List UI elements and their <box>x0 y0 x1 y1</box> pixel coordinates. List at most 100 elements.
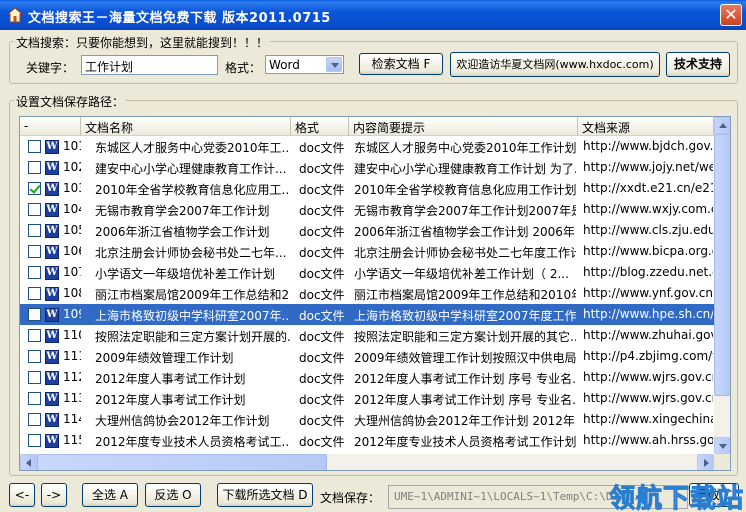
row-doc-name: 2012年度专业技术人员资格考试工... <box>95 435 290 448</box>
row-doc-name: 北京注册会计师协会秘书处二七年... <box>95 246 287 259</box>
row-id: 112 <box>63 370 81 384</box>
row-checkbox[interactable] <box>28 140 41 153</box>
row-summary: 大理州信鸽协会2012年工作计划 2012年，... <box>354 414 576 427</box>
word-doc-icon: W <box>45 434 59 448</box>
row-source: http://www.zhuhai.gov.cn/ <box>583 328 713 342</box>
table-row[interactable]: W 113 2012年度人事考试工作计划 doc文件 2012年度人事考试工作计划 序号… <box>20 388 714 409</box>
scroll-left-arrow-icon[interactable] <box>20 454 37 470</box>
table-row[interactable]: W 109 上海市格致初级中学科研室2007年... doc文件上海市格致初级中学科研… <box>20 304 714 325</box>
row-source: http://www.wxjy.com.cn/w <box>583 202 713 216</box>
row-summary: 小学语文一年级培优补差工作计划（ 2... <box>354 267 569 280</box>
table-row[interactable]: W 104 无锡市教育学会2007年工作计划 doc文件无锡市教育学会2007年工作计… <box>20 199 714 220</box>
row-format: doc文件 <box>299 183 345 196</box>
row-checkbox[interactable] <box>28 329 41 342</box>
row-summary: 2012年度人事考试工作计划 序号 专业名... <box>354 393 576 406</box>
visit-website-button[interactable]: 欢迎造访华夏文档网(www.hxdoc.com) <box>450 52 660 77</box>
row-checkbox[interactable] <box>28 266 41 279</box>
row-checkbox[interactable] <box>28 350 41 363</box>
word-doc-icon: W <box>45 140 59 154</box>
save-path-group-legend: 设置文档保存路径： <box>14 93 127 110</box>
row-source: http://www.xingechina.com <box>583 412 713 426</box>
row-checkbox[interactable] <box>28 371 41 384</box>
row-checkbox[interactable] <box>28 203 41 216</box>
row-doc-name: 无锡市教育学会2007年工作计划 <box>95 204 270 217</box>
row-format: doc文件 <box>299 309 345 322</box>
table-row[interactable]: W 110 按照法定职能和三定方案计划开展的... doc文件按照法定职能和三定方案计… <box>20 325 714 346</box>
row-checkbox[interactable] <box>28 287 41 300</box>
table-row[interactable]: W 114 大理州信鸽协会2012年工作计划 doc文件大理州信鸽协会2012年工作计… <box>20 409 714 430</box>
row-checkbox[interactable] <box>28 434 41 447</box>
word-doc-icon: W <box>45 266 59 280</box>
download-selected-button[interactable]: 下载所选文档 D <box>217 483 313 507</box>
row-summary: 丽江市档案局馆2009年工作总结和2010年... <box>354 288 576 301</box>
table-row[interactable]: W 106 北京注册会计师协会秘书处二七年... doc文件北京注册会计师协会秘书处二… <box>20 241 714 262</box>
search-group-legend: 文档搜索：只要你能想到，这里就能搜到！！！ <box>14 34 271 51</box>
row-summary: 东城区人才服务中心党委2010年工作计划... <box>354 141 576 154</box>
word-doc-icon: W <box>45 182 59 196</box>
row-doc-name: 2010年全省学校教育信息化应用工... <box>95 183 290 196</box>
close-button[interactable]: ✕ <box>720 4 742 26</box>
table-row[interactable]: W 103 2010年全省学校教育信息化应用工... doc文件 2010年全省学校教育… <box>20 178 714 199</box>
word-doc-icon: W <box>45 287 59 301</box>
vertical-scroll-thumb[interactable] <box>714 134 730 396</box>
invert-selection-button[interactable]: 反选 O <box>145 483 201 507</box>
word-doc-icon: W <box>45 308 59 322</box>
table-row[interactable]: W 105 2006年浙江省植物学会工作计划 doc文件 2006年浙江省植物学会工作计… <box>20 220 714 241</box>
table-row[interactable]: W 115 2012年度专业技术人员资格考试工... doc文件 2012年度专业技术人… <box>20 430 714 451</box>
vertical-scrollbar[interactable] <box>714 117 730 454</box>
select-all-button[interactable]: 全选 A <box>82 483 138 507</box>
prev-button[interactable]: <- <box>9 483 35 507</box>
row-checkbox[interactable] <box>28 161 41 174</box>
table-row[interactable]: W 112 2012年度人事考试工作计划 doc文件 2012年度人事考试工作计划 序号… <box>20 367 714 388</box>
next-button[interactable]: -> <box>41 483 67 507</box>
row-doc-name: 上海市格致初级中学科研室2007年... <box>95 309 290 322</box>
search-button[interactable]: 检索文档 F <box>359 53 443 75</box>
row-summary: 建安中心小学心理健康教育工作计划 为了... <box>354 162 576 175</box>
row-id: 104 <box>63 202 81 216</box>
title-bar[interactable]: 文档搜索王－海量文档免费下载 版本2011.0715 ✕ <box>0 0 746 30</box>
table-row[interactable]: W 107 小学语文一年级培优补差工作计划 doc文件小学语文一年级培优补差工作计划（… <box>20 262 714 283</box>
format-select-value: Word <box>269 58 300 72</box>
row-source: http://www.bjdch.gov.cn/r <box>583 139 713 153</box>
row-checkbox[interactable] <box>28 245 41 258</box>
row-summary: 无锡市教育学会2007年工作计划2007年是... <box>354 204 576 217</box>
row-source: http://www.ah.hrss.gov.cn/ <box>583 433 713 447</box>
format-select[interactable]: Word <box>265 55 344 74</box>
horizontal-scrollbar[interactable] <box>20 454 714 470</box>
column-header-summary[interactable]: 内容简要提示 <box>349 117 578 136</box>
row-summary: 按照法定职能和三定方案计划开展的其它... <box>354 330 576 343</box>
row-source: http://www.cls.zju.edu.cn/ <box>583 223 713 237</box>
close-icon: ✕ <box>724 5 738 24</box>
row-checkbox[interactable] <box>28 182 41 195</box>
row-doc-name: 小学语文一年级培优补差工作计划 <box>95 267 276 280</box>
column-header-select[interactable]: - <box>20 117 81 136</box>
scroll-right-arrow-icon[interactable] <box>697 454 714 470</box>
scroll-up-arrow-icon[interactable] <box>714 117 730 134</box>
tech-support-button[interactable]: 技术支持 <box>666 52 730 77</box>
keyword-input[interactable]: 工作计划 <box>81 55 218 75</box>
table-row[interactable]: W 101 东城区人才服务中心党委2010年工... doc文件东城区人才服务中心党委… <box>20 136 714 157</box>
column-header-source[interactable]: 文档来源 <box>578 117 714 136</box>
chevron-down-icon[interactable] <box>326 57 342 72</box>
row-checkbox[interactable] <box>28 308 41 321</box>
word-doc-icon: W <box>45 413 59 427</box>
row-summary: 2009年绩效管理工作计划按照汉中供电局... <box>354 351 576 364</box>
row-doc-name: 2009年绩效管理工作计划 <box>95 351 234 364</box>
row-format: doc文件 <box>299 204 345 217</box>
scroll-down-arrow-icon[interactable] <box>714 437 730 454</box>
table-row[interactable]: W 111 2009年绩效管理工作计划 doc文件 2009年绩效管理工作计划按照汉中供… <box>20 346 714 367</box>
row-format: doc文件 <box>299 162 345 175</box>
row-checkbox[interactable] <box>28 392 41 405</box>
document-list[interactable]: - 文档名称 格式 内容简要提示 文档来源 W 101 东城区人才服务中心党委201… <box>19 116 731 471</box>
column-header-format[interactable]: 格式 <box>291 117 349 136</box>
table-row[interactable]: W 102 建安中心小学心理健康教育工作计... doc文件建安中心小学心理健康教育工… <box>20 157 714 178</box>
column-header-name[interactable]: 文档名称 <box>81 117 291 136</box>
row-format: doc文件 <box>299 330 345 343</box>
row-doc-name: 丽江市档案局馆2009年工作总结和2... <box>95 288 290 301</box>
row-checkbox[interactable] <box>28 224 41 237</box>
row-checkbox[interactable] <box>28 413 41 426</box>
row-source: http://www.hpe.sh.cn/Uplo <box>583 307 713 321</box>
row-summary: 2006年浙江省植物学会工作计划 2006年，... <box>354 225 576 238</box>
horizontal-scroll-thumb[interactable] <box>37 454 327 470</box>
table-row[interactable]: W 108 丽江市档案局馆2009年工作总结和2... doc文件丽江市档案局馆200… <box>20 283 714 304</box>
